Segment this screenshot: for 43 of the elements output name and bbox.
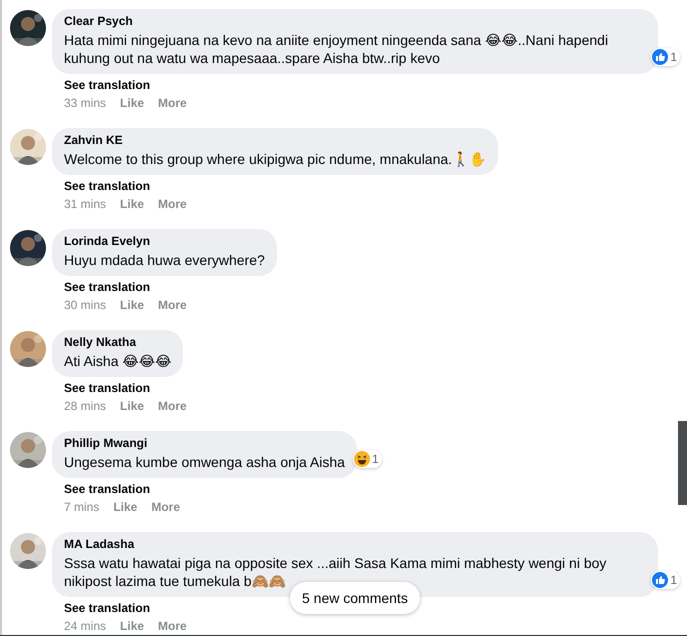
comment-text: Huyu mdada huwa everywhere? — [64, 251, 265, 269]
reaction-count[interactable]: 1 — [651, 48, 680, 66]
see-translation-link[interactable]: See translation — [64, 280, 150, 294]
more-link[interactable]: More — [158, 96, 187, 110]
like-link[interactable]: Like — [120, 197, 144, 211]
see-translation-link[interactable]: See translation — [64, 482, 150, 496]
more-link[interactable]: More — [158, 298, 187, 312]
like-link[interactable]: Like — [113, 500, 138, 514]
comment-text: Hata mimi ningejuana na kevo na aniite enjoyment ningeenda sana 😂😂..Nani hapendi kuhung out na watu wa mapesaaa..spare Aisha btw..rip kevo — [64, 31, 610, 67]
comment-text: Welcome to this group where ukipigwa pic ndume, mnakulana.🚶✋ — [64, 150, 486, 168]
more-link[interactable]: More — [158, 619, 187, 633]
author-name[interactable]: Clear Psych — [64, 14, 646, 29]
author-name[interactable]: Zahvin KE — [64, 133, 486, 148]
like-link[interactable]: Like — [120, 619, 144, 633]
like-icon — [652, 49, 668, 65]
timestamp[interactable]: 31 mins — [64, 197, 106, 211]
author-name[interactable]: Phillip Mwangi — [64, 436, 345, 451]
author-name[interactable]: MA Ladasha — [64, 537, 646, 552]
author-name[interactable]: Lorinda Evelyn — [64, 234, 265, 249]
timestamp[interactable]: 30 mins — [64, 298, 106, 312]
more-link[interactable]: More — [158, 399, 187, 413]
comment-text: Ati Aisha 😂😂😂 — [64, 352, 172, 370]
more-link[interactable]: More — [158, 197, 187, 211]
timestamp[interactable]: 28 mins — [64, 399, 106, 413]
scrollbar[interactable] — [678, 421, 687, 505]
laughing-face-icon — [354, 451, 370, 467]
more-link[interactable]: More — [151, 500, 180, 514]
reaction-count[interactable]: 1 — [352, 450, 382, 468]
see-translation-link[interactable]: See translation — [64, 381, 150, 395]
like-icon — [652, 572, 668, 588]
new-comments-button[interactable]: 5 new comments — [290, 582, 420, 614]
like-link[interactable]: Like — [120, 298, 144, 312]
see-translation-link[interactable]: See translation — [64, 601, 150, 615]
timestamp[interactable]: 24 mins — [64, 619, 106, 633]
see-translation-link[interactable]: See translation — [64, 78, 150, 92]
reaction-count[interactable]: 1 — [651, 571, 680, 589]
like-link[interactable]: Like — [120, 96, 144, 110]
timestamp[interactable]: 7 mins — [64, 500, 100, 514]
author-name[interactable]: Nelly Nkatha — [64, 335, 172, 350]
comment-text: Ungesema kumbe omwenga asha onja Aisha — [64, 453, 345, 471]
timestamp[interactable]: 33 mins — [64, 96, 106, 110]
see-translation-link[interactable]: See translation — [64, 179, 150, 193]
like-link[interactable]: Like — [120, 399, 144, 413]
